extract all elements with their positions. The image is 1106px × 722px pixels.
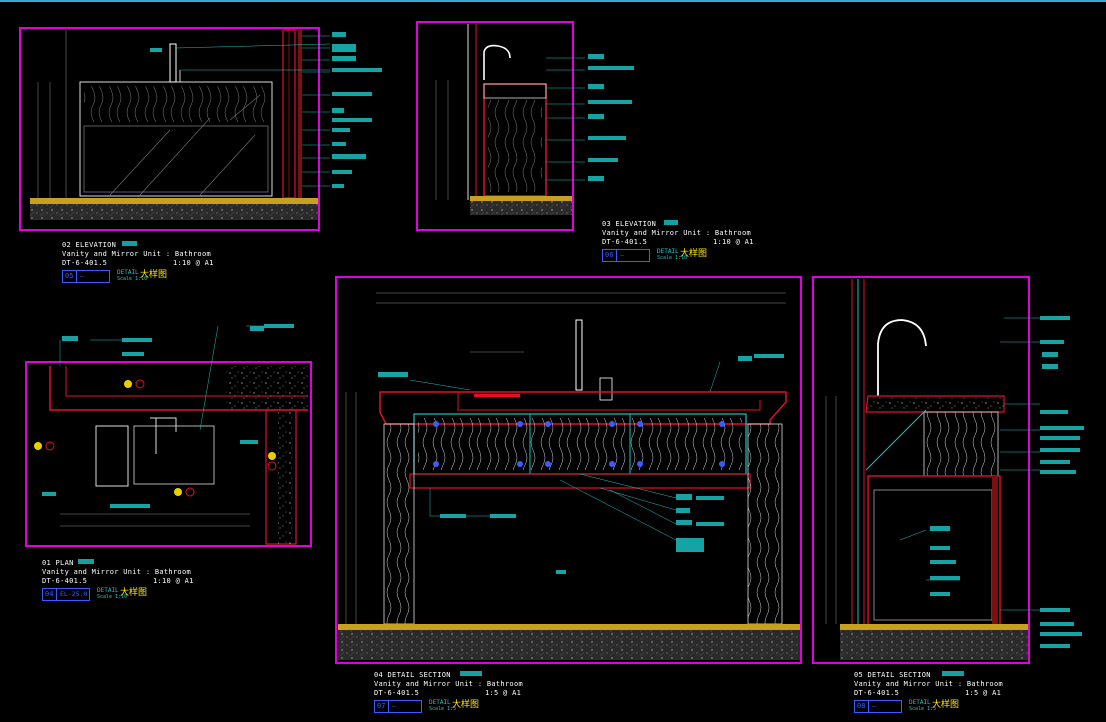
reference-number: —	[872, 702, 876, 710]
drawing-code: DT-6-401.5	[62, 259, 108, 267]
view-scale: 1:5 @ A1	[485, 689, 522, 697]
view-scale: 1:5 @ A1	[965, 689, 1002, 697]
index-box: 04 EL-25.0	[42, 588, 90, 601]
floor-04	[338, 630, 800, 660]
view-subtitle: Vanity and Mirror Unit : Bathroom	[42, 568, 191, 576]
right-leg-04	[747, 423, 783, 625]
cad-drawing-sheet	[0, 0, 1106, 722]
drawing-code: DT-6-401.5	[854, 689, 900, 697]
reference-number: EL-25.0	[60, 590, 88, 598]
reference-number: —	[392, 702, 396, 710]
view-subtitle: Vanity and Mirror Unit : Bathroom	[62, 250, 211, 258]
reference-number: —	[620, 251, 624, 259]
index-number: 07	[377, 702, 386, 710]
index-number: 04	[45, 590, 54, 598]
index-number: 05	[65, 272, 74, 280]
left-leg-04	[383, 423, 415, 625]
drawing-code: DT-6-401.5	[42, 577, 88, 585]
countertop-05	[865, 395, 1005, 413]
drawing-code: DT-6-401.5	[602, 238, 648, 246]
view-title: 01 PLAN	[42, 559, 74, 567]
title-block-02: 02 ELEVATION Vanity and Mirror Unit : Ba…	[62, 241, 262, 283]
chinese-label: 大样图	[680, 249, 708, 259]
title-block-04: 04 DETAIL SECTION Vanity and Mirror Unit…	[374, 671, 594, 713]
index-box: 06 —	[602, 249, 650, 262]
view-title: 03 ELEVATION	[602, 220, 657, 228]
stone-wall-01	[226, 366, 308, 410]
view-subtitle: Vanity and Mirror Unit : Bathroom	[602, 229, 751, 237]
view-title: 02 ELEVATION	[62, 241, 117, 249]
reference-number: —	[80, 272, 84, 280]
title-block-01: 01 PLAN Vanity and Mirror Unit : Bathroo…	[42, 559, 242, 601]
view-subtitle: Vanity and Mirror Unit : Bathroom	[854, 680, 1003, 688]
chinese-label: 大样图	[140, 270, 168, 280]
index-box: 07 —	[374, 700, 422, 713]
floor-05	[840, 630, 1028, 660]
chinese-label: 大样图	[932, 700, 960, 710]
view-title: 05 DETAIL SECTION	[854, 671, 931, 679]
index-box: 08 —	[854, 700, 902, 713]
view-scale: 1:10 @ A1	[173, 259, 214, 267]
index-number: 06	[605, 251, 614, 259]
title-block-03: 03 ELEVATION Vanity and Mirror Unit : Ba…	[602, 220, 802, 262]
index-box: 05 —	[62, 270, 110, 283]
chinese-label: 大样图	[452, 700, 480, 710]
view-subtitle: Vanity and Mirror Unit : Bathroom	[374, 680, 523, 688]
floor-02	[30, 204, 318, 220]
view-scale: 1:10 @ A1	[153, 577, 194, 585]
drawing-code: DT-6-401.5	[374, 689, 420, 697]
view-scale: 1:10 @ A1	[713, 238, 754, 246]
chinese-label: 大样图	[120, 588, 148, 598]
index-number: 08	[857, 702, 866, 710]
title-block-05: 05 DETAIL SECTION Vanity and Mirror Unit…	[854, 671, 1074, 713]
view-title: 04 DETAIL SECTION	[374, 671, 451, 679]
